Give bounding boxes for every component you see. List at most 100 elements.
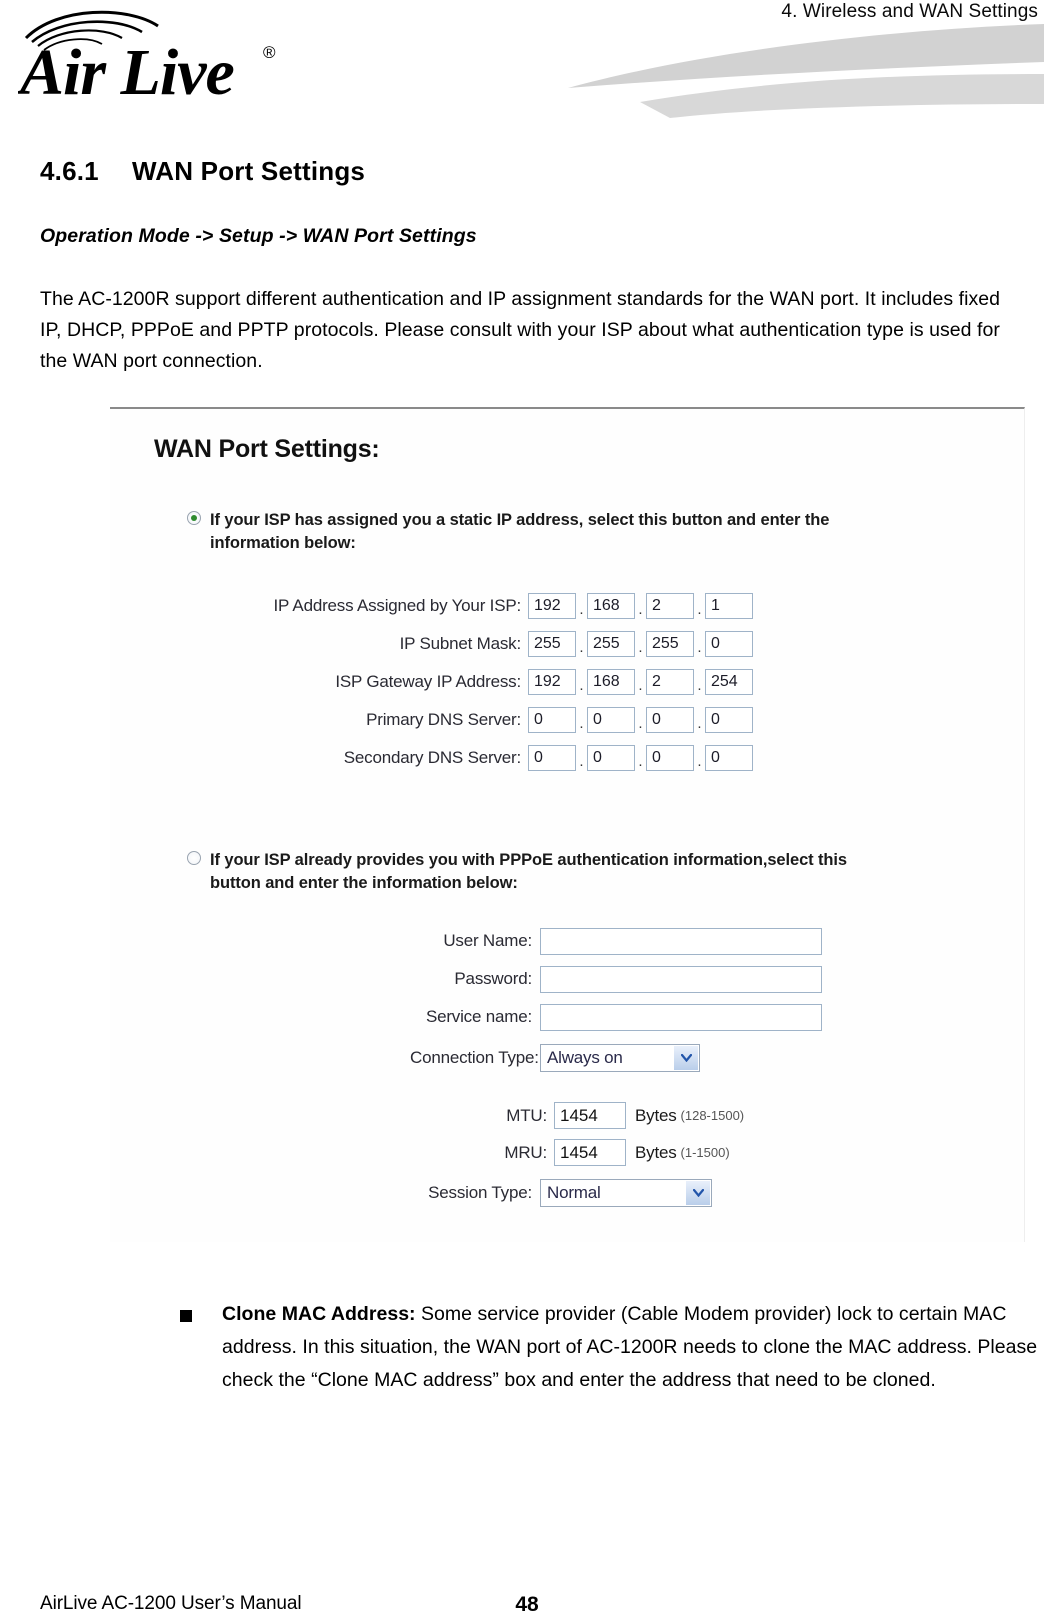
ip-address-row: IP Address Assigned by Your ISP: 192 . 1… xyxy=(110,587,1024,625)
connection-type-label: Connection Type: xyxy=(410,1048,539,1067)
primary-dns-label: Primary DNS Server: xyxy=(366,710,521,729)
session-type-value: Normal xyxy=(547,1183,601,1202)
mru-row: MRU: 1454 Bytes (1-1500) xyxy=(110,1134,1024,1171)
pppoe-option[interactable]: If your ISP already provides you with PP… xyxy=(187,849,890,895)
secondary-dns-octet-1[interactable]: 0 xyxy=(528,745,576,771)
mtu-range: (128-1500) xyxy=(680,1108,745,1123)
ip-address-octet-4[interactable]: 1 xyxy=(705,593,753,619)
primary-dns-octets: 0 . 0 . 0 . 0 xyxy=(528,703,753,737)
clone-mac-note: Clone MAC Address: Some service provider… xyxy=(180,1298,1044,1397)
gateway-octet-2[interactable]: 168 xyxy=(587,669,635,695)
gateway-octet-3[interactable]: 2 xyxy=(646,669,694,695)
octet-separator: . xyxy=(638,715,643,732)
connection-type-select[interactable]: Always on xyxy=(540,1044,700,1072)
session-type-select[interactable]: Normal xyxy=(540,1179,712,1207)
primary-dns-octet-3[interactable]: 0 xyxy=(646,707,694,733)
subnet-mask-octet-2[interactable]: 255 xyxy=(587,631,635,657)
header-swoosh-graphic xyxy=(340,18,1044,118)
svg-text:Air Live: Air Live xyxy=(18,36,234,103)
gateway-octet-4[interactable]: 254 xyxy=(705,669,753,695)
breadcrumb: Operation Mode -> Setup -> WAN Port Sett… xyxy=(40,225,477,247)
password-label: Password: xyxy=(454,969,532,988)
static-ip-fields: IP Address Assigned by Your ISP: 192 . 1… xyxy=(110,587,1024,777)
static-ip-option-label: If your ISP has assigned you a static IP… xyxy=(210,511,830,552)
secondary-dns-octet-2[interactable]: 0 xyxy=(587,745,635,771)
octet-separator: . xyxy=(697,601,702,618)
clone-mac-note-text: Clone MAC Address: Some service provider… xyxy=(180,1298,1044,1397)
password-row: Password: xyxy=(110,960,1024,998)
clone-mac-note-title: Clone MAC Address: xyxy=(222,1303,416,1325)
secondary-dns-row: Secondary DNS Server: 0 . 0 . 0 . 0 xyxy=(110,739,1024,777)
subnet-mask-octet-4[interactable]: 0 xyxy=(705,631,753,657)
octet-separator: . xyxy=(638,601,643,618)
gateway-row: ISP Gateway IP Address: 192 . 168 . 2 . … xyxy=(110,663,1024,701)
square-bullet-icon xyxy=(180,1310,192,1322)
primary-dns-row: Primary DNS Server: 0 . 0 . 0 . 0 xyxy=(110,701,1024,739)
mru-label: MRU: xyxy=(504,1142,547,1162)
pppoe-advanced-fields: MTU: 1454 Bytes (128-1500) MRU: 1454 Byt… xyxy=(110,1097,1024,1215)
static-ip-radio-icon[interactable] xyxy=(187,511,201,525)
gateway-octet-1[interactable]: 192 xyxy=(528,669,576,695)
connection-type-value: Always on xyxy=(547,1048,623,1067)
intro-paragraph: The AC-1200R support different authentic… xyxy=(40,288,1001,372)
octet-separator: . xyxy=(697,677,702,694)
svg-text:®: ® xyxy=(263,43,276,62)
octet-separator: . xyxy=(697,715,702,732)
octet-separator: . xyxy=(697,753,702,770)
session-type-row: Session Type: Normal xyxy=(110,1171,1024,1215)
ip-address-octets: 192 . 168 . 2 . 1 xyxy=(528,589,753,623)
section-number: 4.6.1 xyxy=(40,156,99,186)
ip-address-label: IP Address Assigned by Your ISP: xyxy=(273,596,521,615)
subnet-mask-label: IP Subnet Mask: xyxy=(399,634,522,653)
page-header: 4. Wireless and WAN Settings Air Live ® xyxy=(0,0,1044,118)
octet-separator: . xyxy=(579,601,584,618)
service-name-row: Service name: xyxy=(110,998,1024,1036)
subnet-mask-row: IP Subnet Mask: 255 . 255 . 255 . 0 xyxy=(110,625,1024,663)
secondary-dns-octet-3[interactable]: 0 xyxy=(646,745,694,771)
octet-separator: . xyxy=(638,753,643,770)
static-ip-option[interactable]: If your ISP has assigned you a static IP… xyxy=(187,509,890,555)
secondary-dns-octets: 0 . 0 . 0 . 0 xyxy=(528,741,753,775)
subnet-mask-octet-1[interactable]: 255 xyxy=(528,631,576,657)
ip-address-octet-2[interactable]: 168 xyxy=(587,593,635,619)
airlive-logo: Air Live ® xyxy=(18,8,318,103)
username-input[interactable] xyxy=(540,927,822,955)
secondary-dns-octet-4[interactable]: 0 xyxy=(705,745,753,771)
octet-separator: . xyxy=(579,639,584,656)
pppoe-option-label: If your ISP already provides you with PP… xyxy=(210,851,847,892)
mtu-unit: Bytes xyxy=(635,1105,677,1125)
pppoe-radio-icon[interactable] xyxy=(187,851,201,865)
mru-input[interactable]: 1454 xyxy=(554,1139,626,1166)
service-name-input[interactable] xyxy=(540,1003,822,1031)
connection-type-row: Connection Type: Always on xyxy=(110,1036,1024,1080)
subnet-mask-octets: 255 . 255 . 255 . 0 xyxy=(528,627,753,661)
wan-port-settings-panel: WAN Port Settings: If your ISP has assig… xyxy=(110,407,1025,1242)
password-input[interactable] xyxy=(540,965,822,993)
chevron-down-icon[interactable] xyxy=(674,1046,698,1070)
pppoe-fields: User Name: Password: Service name: Conne… xyxy=(110,922,1024,1080)
username-label: User Name: xyxy=(443,931,532,950)
page-footer: AirLive AC-1200 User’s Manual 48 xyxy=(0,1581,1044,1616)
ip-address-octet-3[interactable]: 2 xyxy=(646,593,694,619)
mtu-label: MTU: xyxy=(506,1105,547,1125)
octet-separator: . xyxy=(579,677,584,694)
primary-dns-octet-1[interactable]: 0 xyxy=(528,707,576,733)
session-type-label: Session Type: xyxy=(428,1183,532,1202)
page-content: 4.6.1 WAN Port Settings Operation Mode ->… xyxy=(0,156,1044,1397)
service-name-label: Service name: xyxy=(425,1007,532,1026)
primary-dns-octet-2[interactable]: 0 xyxy=(587,707,635,733)
panel-heading: WAN Port Settings: xyxy=(154,435,380,463)
secondary-dns-label: Secondary DNS Server: xyxy=(343,748,521,767)
octet-separator: . xyxy=(697,639,702,656)
username-row: User Name: xyxy=(110,922,1024,960)
primary-dns-octet-4[interactable]: 0 xyxy=(705,707,753,733)
gateway-label: ISP Gateway IP Address: xyxy=(335,672,521,691)
footer-page-number: 48 xyxy=(515,1593,539,1616)
mru-unit: Bytes xyxy=(635,1142,677,1162)
subnet-mask-octet-3[interactable]: 255 xyxy=(646,631,694,657)
chevron-down-icon[interactable] xyxy=(686,1181,710,1205)
mtu-row: MTU: 1454 Bytes (128-1500) xyxy=(110,1097,1024,1134)
ip-address-octet-1[interactable]: 192 xyxy=(528,593,576,619)
mtu-input[interactable]: 1454 xyxy=(554,1102,626,1129)
octet-separator: . xyxy=(579,753,584,770)
